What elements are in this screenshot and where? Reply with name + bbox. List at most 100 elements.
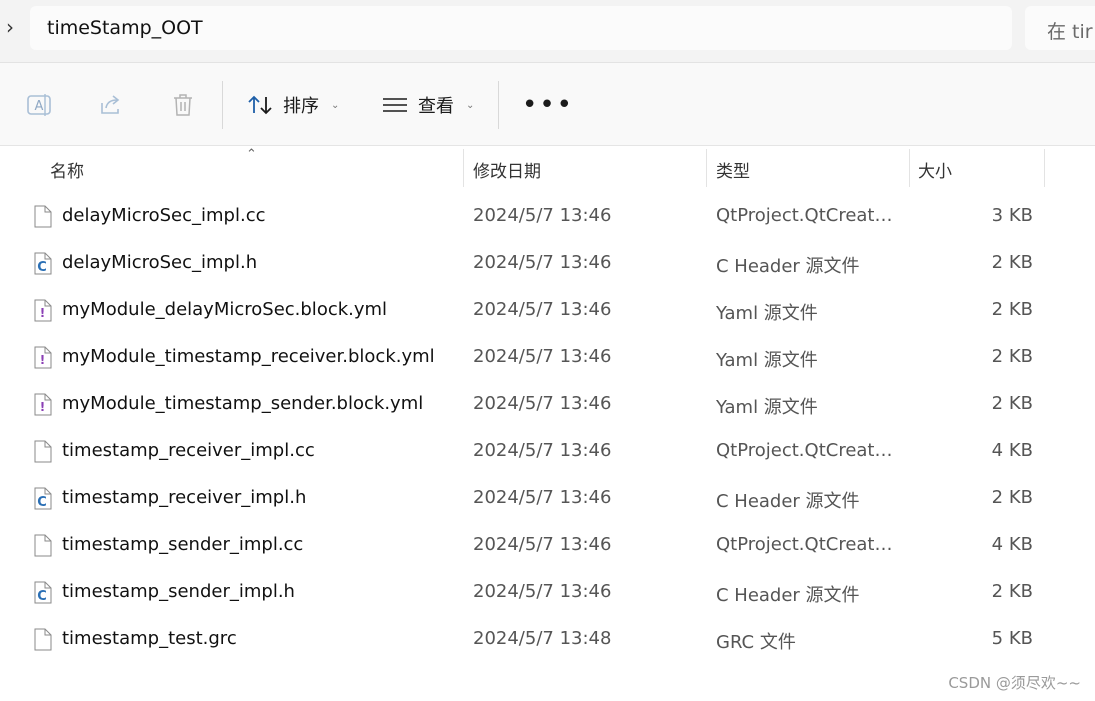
yaml-file-icon: ! bbox=[34, 393, 52, 416]
svg-text:A: A bbox=[35, 99, 44, 114]
file-row[interactable]: Ctimestamp_receiver_impl.h 2024/5/7 13:46… bbox=[0, 475, 1095, 522]
file-modified-date: 2024/5/7 13:48 bbox=[473, 628, 612, 649]
watermark: CSDN @须尽欢~~ bbox=[948, 674, 1081, 692]
breadcrumb-chevron-icon[interactable]: › bbox=[6, 16, 22, 38]
file-type: QtProject.QtCreato... bbox=[716, 440, 901, 461]
more-options-icon[interactable]: ••• bbox=[522, 92, 574, 118]
view-button[interactable]: 查看 ⌄ bbox=[382, 87, 474, 123]
file-size: 3 KB bbox=[991, 205, 1033, 226]
file-modified-date: 2024/5/7 13:46 bbox=[473, 299, 612, 320]
file-row[interactable]: timestamp_test.grc 2024/5/7 13:48 GRC 文件 5 … bbox=[0, 616, 1095, 663]
yaml-file-icon: ! bbox=[34, 346, 52, 369]
column-divider[interactable] bbox=[1044, 149, 1045, 187]
file-row[interactable]: ! myModule_delayMicroSec.block.yml 2024/5/… bbox=[0, 287, 1095, 334]
breadcrumb-current-folder[interactable]: timeStamp_OOT bbox=[47, 17, 203, 39]
c-header-file-icon: C bbox=[34, 487, 52, 510]
column-header-type[interactable]: 类型 bbox=[716, 157, 750, 182]
address-bar-row: › timeStamp_OOT 在 tir bbox=[0, 0, 1095, 63]
file-icon bbox=[34, 534, 52, 557]
view-label: 查看 bbox=[418, 96, 454, 117]
file-type: Yaml 源文件 bbox=[716, 350, 818, 371]
c-header-file-icon: C bbox=[34, 581, 52, 604]
file-row[interactable]: timestamp_receiver_impl.cc 2024/5/7 13:46… bbox=[0, 428, 1095, 475]
svg-text:C: C bbox=[37, 495, 47, 510]
rename-icon[interactable]: A bbox=[25, 91, 53, 119]
chevron-down-icon: ⌄ bbox=[331, 99, 340, 111]
file-type: GRC 文件 bbox=[716, 632, 796, 653]
share-icon[interactable] bbox=[97, 91, 125, 119]
file-modified-date: 2024/5/7 13:46 bbox=[473, 346, 612, 367]
file-name: delayMicroSec_impl.cc bbox=[62, 205, 266, 226]
file-size: 2 KB bbox=[991, 252, 1033, 273]
chevron-down-icon: ⌄ bbox=[466, 99, 475, 111]
file-size: 2 KB bbox=[991, 393, 1033, 414]
file-list: delayMicroSec_impl.cc 2024/5/7 13:46 QtPro… bbox=[0, 193, 1095, 663]
svg-text:!: ! bbox=[40, 400, 45, 414]
file-name: myModule_delayMicroSec.block.yml bbox=[62, 299, 388, 320]
search-placeholder: 在 tir bbox=[1047, 21, 1093, 43]
toolbar-separator bbox=[222, 81, 223, 129]
delete-icon[interactable] bbox=[169, 91, 197, 119]
svg-text:C: C bbox=[37, 260, 47, 275]
file-name: timestamp_test.grc bbox=[62, 628, 237, 649]
file-name: timestamp_receiver_impl.cc bbox=[62, 440, 315, 461]
file-row[interactable]: ! myModule_timestamp_sender.block.yml 2024… bbox=[0, 381, 1095, 428]
column-header-row: ⌃ 名称 修改日期 类型 大小 bbox=[0, 147, 1095, 189]
file-name: timestamp_sender_impl.cc bbox=[62, 534, 304, 555]
file-modified-date: 2024/5/7 13:46 bbox=[473, 393, 612, 414]
file-name: delayMicroSec_impl.h bbox=[62, 252, 258, 273]
column-divider[interactable] bbox=[706, 149, 707, 187]
sort-button[interactable]: 排序 ⌄ bbox=[247, 87, 339, 123]
column-header-size[interactable]: 大小 bbox=[918, 157, 952, 182]
file-modified-date: 2024/5/7 13:46 bbox=[473, 205, 612, 226]
file-name: myModule_timestamp_sender.block.yml bbox=[62, 393, 424, 414]
svg-text:C: C bbox=[37, 589, 47, 604]
c-header-file-icon: C bbox=[34, 252, 52, 275]
file-size: 4 KB bbox=[991, 534, 1033, 555]
toolbar-separator bbox=[498, 81, 499, 129]
command-bar: A 排序 ⌄ 查看 ⌄ ••• bbox=[0, 63, 1095, 146]
file-size: 4 KB bbox=[991, 440, 1033, 461]
file-size: 2 KB bbox=[991, 346, 1033, 367]
search-box[interactable]: 在 tir bbox=[1025, 6, 1095, 50]
file-size: 5 KB bbox=[991, 628, 1033, 649]
svg-text:!: ! bbox=[40, 353, 45, 367]
file-name: timestamp_sender_impl.h bbox=[62, 581, 295, 602]
file-modified-date: 2024/5/7 13:46 bbox=[473, 534, 612, 555]
file-type: QtProject.QtCreato... bbox=[716, 205, 901, 226]
address-bar[interactable]: timeStamp_OOT bbox=[30, 6, 1012, 50]
file-type: C Header 源文件 bbox=[716, 491, 860, 512]
file-size: 2 KB bbox=[991, 487, 1033, 508]
file-type: Yaml 源文件 bbox=[716, 397, 818, 418]
file-row[interactable]: timestamp_sender_impl.cc 2024/5/7 13:46 Qt… bbox=[0, 522, 1095, 569]
file-type: QtProject.QtCreato... bbox=[716, 534, 901, 555]
view-list-icon bbox=[383, 98, 407, 112]
column-header-modified[interactable]: 修改日期 bbox=[473, 157, 541, 182]
file-type: C Header 源文件 bbox=[716, 585, 860, 606]
yaml-file-icon: ! bbox=[34, 299, 52, 322]
file-icon bbox=[34, 205, 52, 228]
file-icon bbox=[34, 440, 52, 463]
file-name: myModule_timestamp_receiver.block.yml bbox=[62, 346, 435, 367]
column-header-name[interactable]: 名称 bbox=[50, 157, 84, 182]
file-size: 2 KB bbox=[991, 299, 1033, 320]
sort-ascending-icon: ⌃ bbox=[246, 147, 257, 162]
svg-text:!: ! bbox=[40, 306, 45, 320]
file-modified-date: 2024/5/7 13:46 bbox=[473, 581, 612, 602]
file-modified-date: 2024/5/7 13:46 bbox=[473, 440, 612, 461]
file-size: 2 KB bbox=[991, 581, 1033, 602]
file-row[interactable]: CdelayMicroSec_impl.h 2024/5/7 13:46 C Hea… bbox=[0, 240, 1095, 287]
sort-icon bbox=[248, 95, 272, 115]
column-divider[interactable] bbox=[463, 149, 464, 187]
file-row[interactable]: Ctimestamp_sender_impl.h 2024/5/7 13:46 C … bbox=[0, 569, 1095, 616]
file-type: Yaml 源文件 bbox=[716, 303, 818, 324]
file-icon bbox=[34, 628, 52, 651]
column-divider[interactable] bbox=[909, 149, 910, 187]
file-name: timestamp_receiver_impl.h bbox=[62, 487, 307, 508]
sort-label: 排序 bbox=[283, 96, 319, 117]
file-modified-date: 2024/5/7 13:46 bbox=[473, 252, 612, 273]
file-row[interactable]: delayMicroSec_impl.cc 2024/5/7 13:46 QtPro… bbox=[0, 193, 1095, 240]
file-type: C Header 源文件 bbox=[716, 256, 860, 277]
file-row[interactable]: ! myModule_timestamp_receiver.block.yml 20… bbox=[0, 334, 1095, 381]
file-modified-date: 2024/5/7 13:46 bbox=[473, 487, 612, 508]
